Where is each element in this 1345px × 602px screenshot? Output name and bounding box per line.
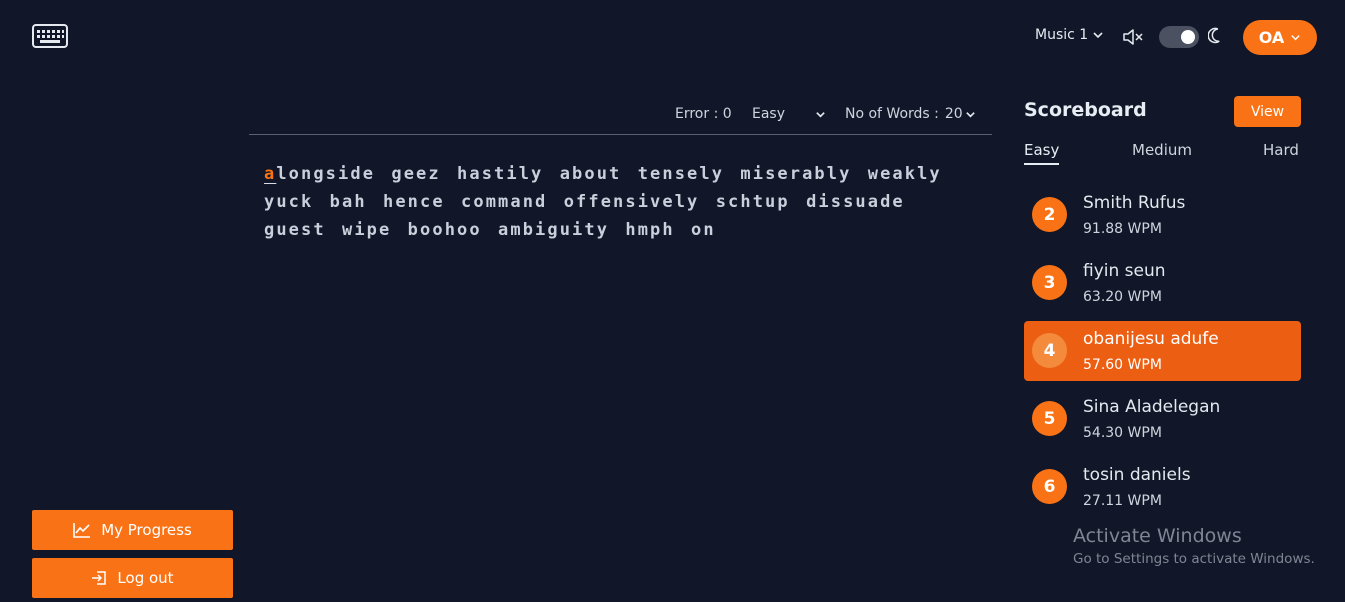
sound-muted-icon[interactable] <box>1122 27 1144 47</box>
user-avatar-menu[interactable]: OA <box>1243 20 1317 55</box>
word-count-label: No of Words : <box>845 106 939 122</box>
scoreboard-entry: 5 Sina Aladelegan 54.30 WPM <box>1024 389 1301 449</box>
typing-toolbar: Error : 0 Easy No of Words : 20 <box>249 96 992 135</box>
player-name: fiyin seun <box>1083 261 1166 281</box>
watermark-title: Activate Windows <box>1073 525 1242 547</box>
scoreboard-list: 2 Smith Rufus 91.88 WPM 3 fiyin seun 63.… <box>1024 185 1301 525</box>
tab-easy[interactable]: Easy <box>1024 141 1060 165</box>
rank-badge: 5 <box>1032 401 1067 436</box>
my-progress-button[interactable]: My Progress <box>32 510 233 550</box>
difficulty-value: Easy <box>752 106 786 122</box>
player-wpm: 63.20 WPM <box>1083 289 1162 305</box>
rank-badge: 4 <box>1032 333 1067 368</box>
logout-label: Log out <box>117 569 174 587</box>
chevron-down-icon <box>816 111 825 118</box>
scoreboard-entry: 6 tosin daniels 27.11 WPM <box>1024 457 1301 517</box>
tab-medium[interactable]: Medium <box>1132 141 1192 159</box>
toggle-knob <box>1181 30 1195 44</box>
chevron-down-icon <box>965 111 975 118</box>
view-scoreboard-button[interactable]: View <box>1234 96 1301 127</box>
rank-badge: 2 <box>1032 197 1067 232</box>
error-count: Error : 0 <box>675 106 732 122</box>
word-count-value: 20 <box>944 106 963 122</box>
moon-icon <box>1208 27 1220 44</box>
activate-windows-watermark: Activate Windows Go to Settings to activ… <box>1073 525 1315 567</box>
logout-button[interactable]: Log out <box>32 558 233 598</box>
chevron-down-icon <box>1093 32 1103 39</box>
player-wpm: 54.30 WPM <box>1083 425 1162 441</box>
difficulty-select[interactable]: Easy <box>752 106 826 122</box>
my-progress-label: My Progress <box>101 521 192 539</box>
player-name: Sina Aladelegan <box>1083 397 1221 417</box>
current-character: a <box>264 164 277 184</box>
music-select[interactable]: Music 1 <box>1035 27 1104 43</box>
typing-text-area[interactable]: alongside geez hastily about tensely mis… <box>264 160 964 244</box>
typing-line-2: yuck bah hence command offensively schtu… <box>264 192 905 212</box>
rank-badge: 6 <box>1032 469 1067 504</box>
player-wpm: 91.88 WPM <box>1083 221 1162 237</box>
typing-line-3: guest wipe boohoo ambiguity hmph on <box>264 220 716 240</box>
player-wpm: 57.60 WPM <box>1083 357 1162 373</box>
typing-line-1-rest: longside geez hastily about tensely mise… <box>276 164 942 184</box>
theme-toggle[interactable] <box>1159 26 1199 48</box>
word-count-select[interactable]: No of Words : 20 <box>845 106 976 122</box>
scoreboard-entry: 3 fiyin seun 63.20 WPM <box>1024 253 1301 313</box>
chart-line-icon <box>73 523 91 538</box>
typing-line-1: alongside geez hastily about tensely mis… <box>264 160 964 188</box>
logout-icon <box>92 571 107 585</box>
scoreboard-title: Scoreboard <box>1024 99 1147 121</box>
scoreboard-entry: 2 Smith Rufus 91.88 WPM <box>1024 185 1301 245</box>
player-wpm: 27.11 WPM <box>1083 493 1162 509</box>
avatar-initials: OA <box>1258 28 1285 47</box>
tab-hard[interactable]: Hard <box>1263 141 1299 159</box>
chevron-down-icon <box>1291 35 1300 41</box>
music-label: Music 1 <box>1035 27 1089 43</box>
app-page: Music 1 OA Error : 0 Easy No of Words : … <box>0 0 1345 602</box>
keyboard-logo-icon[interactable] <box>32 24 68 48</box>
player-name: obanijesu adufe <box>1083 329 1219 349</box>
player-name: tosin daniels <box>1083 465 1191 485</box>
watermark-subtitle: Go to Settings to activate Windows. <box>1073 551 1315 567</box>
scoreboard-entry-current-user: 4 obanijesu adufe 57.60 WPM <box>1024 321 1301 381</box>
player-name: Smith Rufus <box>1083 193 1186 213</box>
rank-badge: 3 <box>1032 265 1067 300</box>
